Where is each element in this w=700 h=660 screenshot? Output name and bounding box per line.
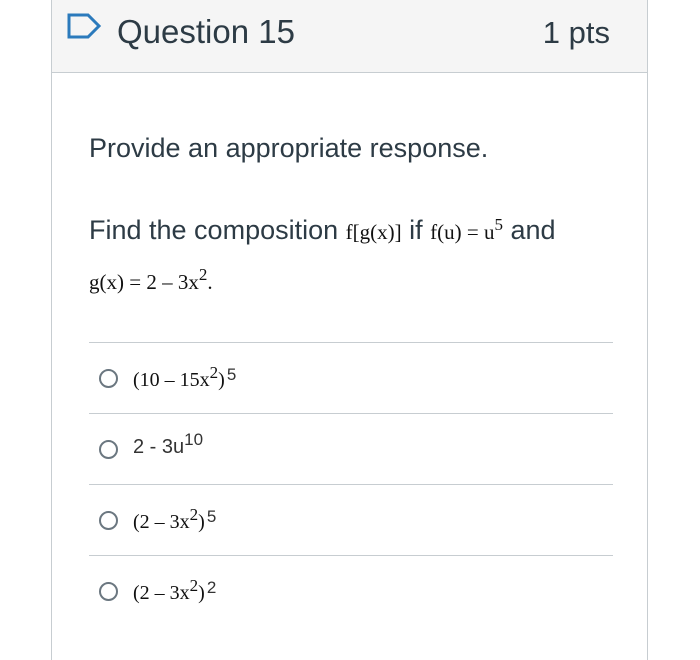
question-prompt: Provide an appropriate response. [89, 133, 489, 163]
expr-fg: f[g(x)] [345, 220, 402, 244]
expr-f: f(u) = u5 [430, 215, 503, 244]
radio-button[interactable] [99, 369, 118, 388]
question-title: Question 15 [117, 13, 295, 50]
question-points: 1 pts [542, 15, 610, 50]
question-header: Question 15 1 pts [52, 0, 647, 73]
answer-label[interactable]: 2 - 3u10 [133, 431, 203, 459]
answer-option[interactable]: (2 – 3x2) 2 [89, 555, 613, 626]
question-text-c: and [502, 215, 556, 245]
answer-label[interactable]: (2 – 3x2) 2 [133, 577, 216, 605]
answer-list: (10 – 15x2) 5 2 - 3u10 (2 – 3x2) 5 (2 – 3x… [89, 342, 613, 626]
question-card: Question 15 1 pts Provide an appropriate… [51, 0, 648, 660]
expr-g: g(x) = 2 – 3x2. [89, 265, 213, 294]
question-text-a: Find the composition [89, 215, 346, 245]
question-text-b: if [401, 215, 431, 245]
answer-option[interactable]: (10 – 15x2) 5 [89, 342, 613, 413]
radio-button[interactable] [99, 582, 118, 601]
answer-option[interactable]: (2 – 3x2) 5 [89, 484, 613, 555]
answer-label[interactable]: (10 – 15x2) 5 [133, 364, 236, 392]
radio-button[interactable] [99, 511, 118, 530]
flag-icon[interactable] [66, 12, 102, 40]
answer-label[interactable]: (2 – 3x2) 5 [133, 506, 216, 534]
radio-button[interactable] [99, 440, 118, 459]
answer-option[interactable]: 2 - 3u10 [89, 413, 613, 484]
